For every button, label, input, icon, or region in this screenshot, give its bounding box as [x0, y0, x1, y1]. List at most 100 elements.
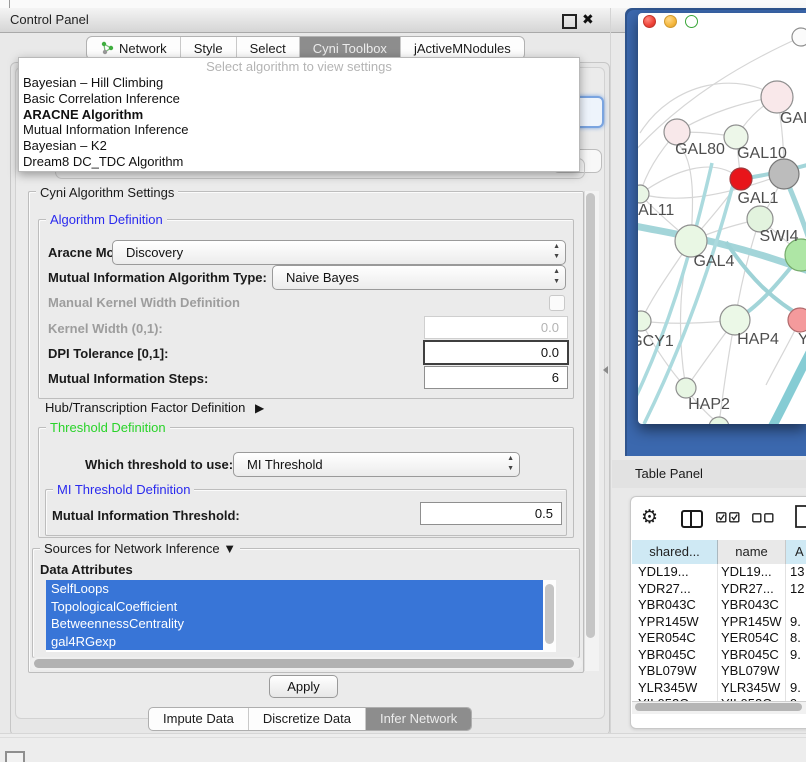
table-hscrollbar-thumb[interactable] [635, 703, 802, 711]
node-label: GAL80 [675, 141, 725, 158]
settings-vscrollbar-thumb[interactable] [586, 193, 595, 638]
split-view-icon[interactable] [681, 510, 703, 528]
table-row[interactable]: YBR043CYBR043C [632, 597, 806, 614]
node-label: HAP2 [688, 396, 730, 413]
mi-threshold-field[interactable]: 0.5 [420, 502, 562, 525]
attributes-scrollbar-thumb[interactable] [545, 584, 554, 644]
node-label: Y [798, 331, 806, 348]
table-row[interactable]: YBL079WYBL079W [632, 663, 806, 680]
manual-kernel-checkbox[interactable] [549, 295, 565, 311]
attribute-item[interactable]: gal4RGexp [46, 633, 543, 651]
hub-definition-expander[interactable]: Hub/Transcription Factor Definition ▶ [45, 400, 264, 415]
settings-hscrollbar-thumb[interactable] [34, 659, 574, 668]
tab-network[interactable]: Network [87, 37, 180, 59]
close-icon[interactable]: ✖ [582, 11, 594, 28]
deselect-all-icon[interactable] [752, 513, 774, 523]
select-all-icon[interactable] [716, 512, 740, 523]
algorithm-option-selected[interactable]: ARACNE Algorithm [19, 107, 579, 123]
panel-resize-arrow[interactable] [603, 366, 608, 374]
app-root: Control Panel ✖ Network Style Select Cyn… [0, 0, 806, 762]
tab-network-label: Network [119, 41, 167, 56]
node-label: GAL11 [638, 202, 674, 219]
tab-select[interactable]: Select [236, 37, 299, 59]
expander-right-icon: ▶ [255, 401, 264, 415]
bottom-tabbar: Impute Data Discretize Data Infer Networ… [148, 707, 472, 731]
mac-close-button[interactable] [643, 15, 656, 28]
algorithm-option[interactable]: Basic Correlation Inference [19, 91, 579, 107]
tab-style[interactable]: Style [180, 37, 236, 59]
algorithm-option[interactable]: Dream8 DC_TDC Algorithm [19, 154, 579, 170]
table-column-divider [717, 564, 718, 701]
node-gal-partial[interactable] [761, 81, 793, 113]
minimized-panel-icon[interactable] [5, 751, 25, 762]
node-label: GAL10 [737, 145, 787, 162]
algorithm-option[interactable]: Bayesian – K2 [19, 138, 579, 154]
algorithm-dropdown-list: Select algorithm to view settings Bayesi… [18, 57, 580, 172]
table-row[interactable]: YDL19...YDL19...13 [632, 564, 806, 581]
mi-steps-label: Mutual Information Steps: [48, 371, 208, 386]
node-label: GAL1 [738, 190, 779, 207]
split-view-divider [690, 512, 692, 526]
mi-steps-field[interactable]: 6 [424, 366, 568, 389]
node-label: SWI4 [759, 228, 798, 245]
mi-threshold-label: Mutual Information Threshold: [52, 508, 240, 523]
algorithm-option[interactable]: Mutual Information Inference [19, 122, 579, 138]
attribute-item[interactable]: SelfLoops [46, 580, 543, 598]
column-header-name[interactable]: name [718, 540, 786, 565]
network-icon [100, 41, 114, 55]
kernel-width-field[interactable]: 0.0 [424, 316, 568, 339]
mi-threshold-group-title: MI Threshold Definition [53, 482, 194, 497]
panel-divider[interactable] [610, 8, 611, 734]
column-header-partial[interactable]: A [786, 540, 806, 565]
top-strip [0, 0, 806, 8]
mac-zoom-button[interactable] [685, 15, 698, 28]
node-gcy1[interactable] [638, 311, 651, 331]
tab-cyni-toolbox[interactable]: Cyni Toolbox [299, 37, 400, 59]
dpi-tolerance-field[interactable]: 0.0 [423, 340, 569, 365]
algorithm-option[interactable]: Bayesian – Hill Climbing [19, 75, 579, 91]
which-threshold-combo[interactable]: MI Threshold ▲▼ [233, 452, 520, 477]
table-row[interactable]: YDR27...YDR27...12 [632, 581, 806, 598]
table-row[interactable]: YBR045CYBR045C9. [632, 647, 806, 664]
combo-arrows-icon: ▲▼ [553, 267, 560, 287]
aracne-mode-combo[interactable]: Discovery ▲▼ [112, 240, 566, 265]
table-row[interactable]: YER054CYER054C8. [632, 630, 806, 647]
attribute-item[interactable]: TopologicalCoefficient [46, 598, 543, 616]
node-salmon[interactable] [788, 308, 806, 332]
node-gray[interactable] [769, 159, 799, 189]
tab-infer-network[interactable]: Infer Network [365, 708, 471, 730]
tab-discretize-data[interactable]: Discretize Data [248, 708, 365, 730]
gear-icon[interactable]: ⚙ [641, 506, 658, 529]
combo-arrows-icon: ▲▼ [507, 454, 514, 474]
table-column-divider [785, 564, 786, 701]
node-gal1-selected[interactable] [730, 168, 752, 190]
data-attributes-list[interactable]: SelfLoops TopologicalCoefficient Between… [46, 580, 543, 652]
table-panel-header: Table Panel [612, 460, 806, 488]
mac-minimize-button[interactable] [664, 15, 677, 28]
dpi-tolerance-label: DPI Tolerance [0,1]: [48, 346, 168, 361]
apply-button[interactable]: Apply [269, 675, 338, 698]
tab-jactivemnodules[interactable]: jActiveMNodules [400, 37, 524, 59]
float-window-icon[interactable] [562, 14, 577, 29]
file-icon[interactable] [795, 505, 806, 529]
attribute-item[interactable]: BetweennessCentrality [46, 615, 543, 633]
table-panel-title: Table Panel [635, 466, 703, 481]
network-canvas[interactable]: GAL GAL80 GAL10 GAL1 GAL11 SWI4 GAL4 GCY… [638, 13, 806, 424]
bottom-strip-line [0, 737, 806, 738]
cyni-algorithm-settings-title: Cyni Algorithm Settings [36, 185, 178, 200]
tab-impute-data[interactable]: Impute Data [149, 708, 248, 730]
node-table[interactable]: YDL19...YDL19...13 YDR27...YDR27...12 YB… [632, 564, 806, 701]
manual-kernel-label: Manual Kernel Width Definition [48, 295, 240, 310]
threshold-definition-title: Threshold Definition [46, 420, 170, 435]
column-header-shared-name[interactable]: shared... [632, 540, 718, 565]
node-hap2[interactable] [676, 378, 696, 398]
node-unlabeled[interactable] [792, 28, 806, 46]
mi-type-combo[interactable]: Naive Bayes ▲▼ [272, 265, 566, 290]
table-row[interactable]: YPR145WYPR145W9. [632, 614, 806, 631]
sources-group-title[interactable]: Sources for Network Inference ▼ [40, 541, 240, 556]
algorithm-definition-title: Algorithm Definition [46, 212, 167, 227]
node-gal11[interactable] [638, 185, 649, 203]
kernel-width-label: Kernel Width (0,1): [48, 321, 163, 336]
combo-arrows-icon: ▲▼ [553, 242, 560, 262]
table-row[interactable]: YLR345WYLR345W9. [632, 680, 806, 697]
